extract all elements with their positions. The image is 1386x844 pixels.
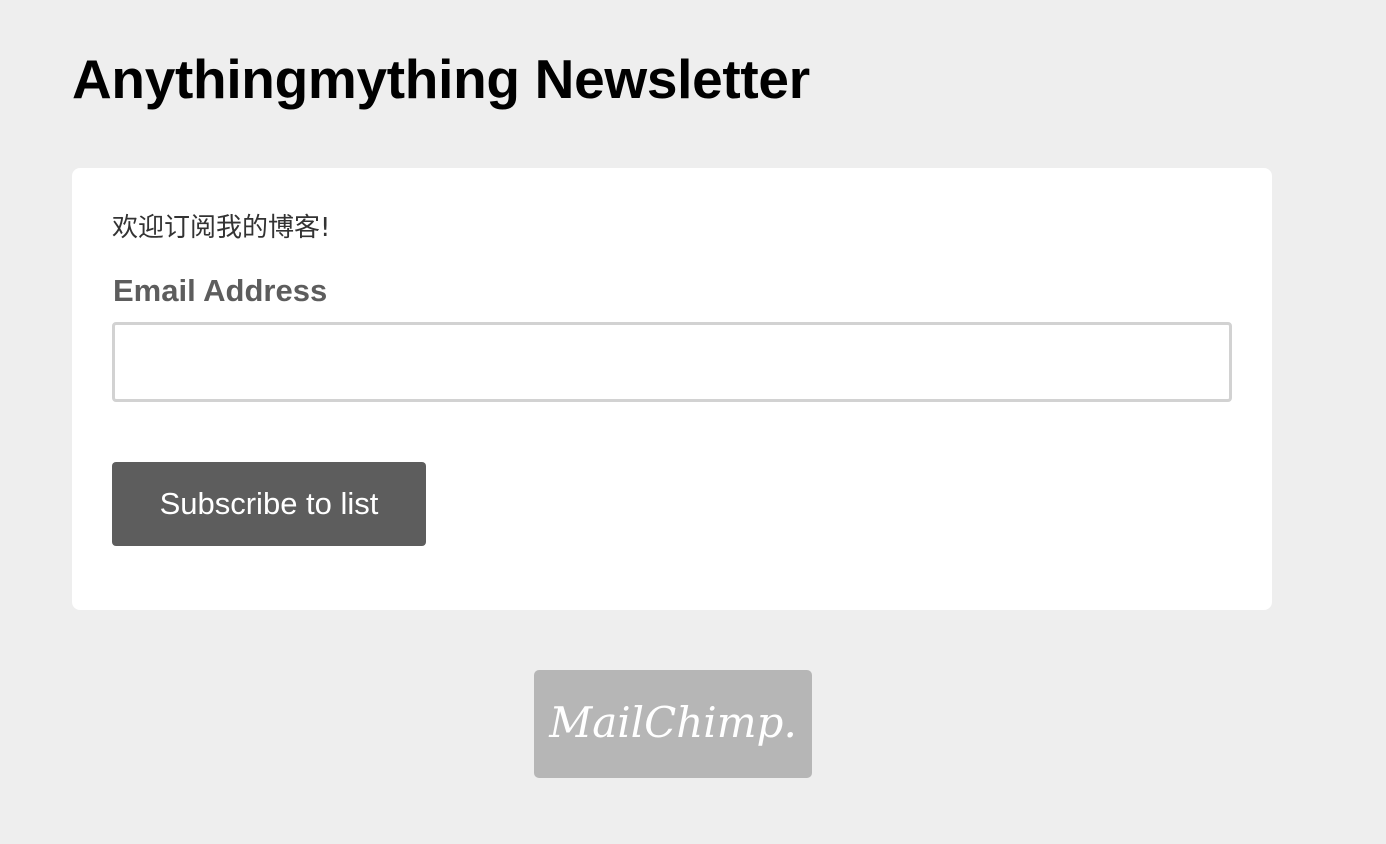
email-label: Email Address bbox=[113, 273, 328, 308]
subscribe-button[interactable]: Subscribe to list bbox=[112, 462, 426, 546]
mailchimp-logo-text: MailChimp. bbox=[548, 698, 797, 747]
mailchimp-badge[interactable]: MailChimp. bbox=[534, 670, 812, 778]
mailchimp-logo-icon: MailChimp. bbox=[548, 698, 797, 747]
page-title: Anythingmything Newsletter bbox=[72, 48, 810, 110]
subscribe-form: 欢迎订阅我的博客! Email Address Subscribe to lis… bbox=[72, 168, 1272, 610]
email-field[interactable] bbox=[112, 322, 1232, 402]
intro-text: 欢迎订阅我的博客! bbox=[112, 213, 331, 243]
